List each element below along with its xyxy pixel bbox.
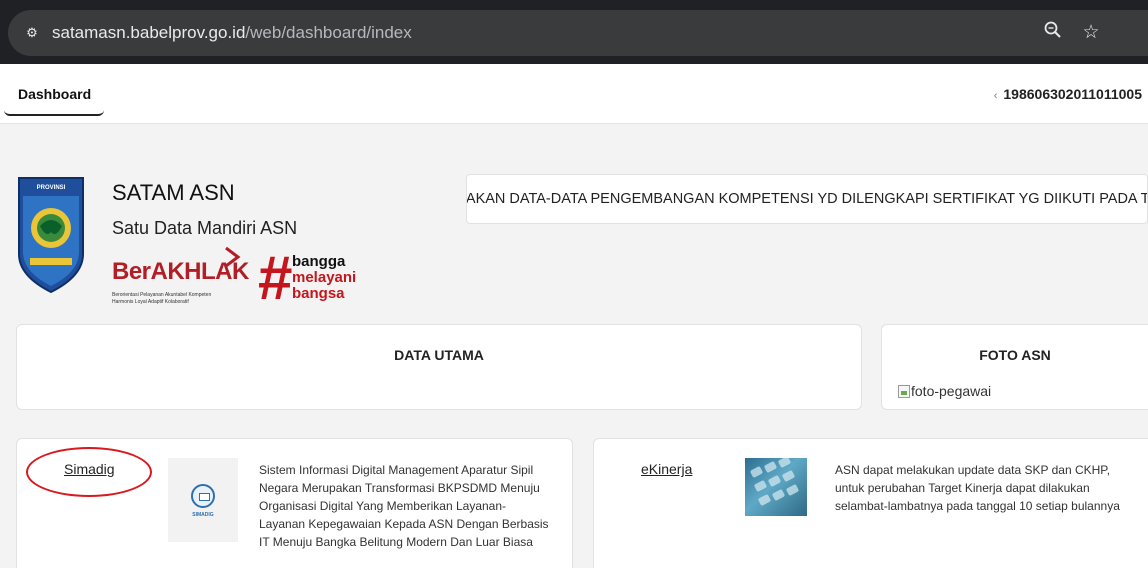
bookmark-star-icon[interactable]: ☆ (1079, 20, 1103, 46)
berakhlak-wordmark: BerAKHLAK (112, 258, 249, 285)
broken-image-icon (898, 385, 910, 398)
chevron-left-icon: ‹ (993, 90, 998, 102)
data-utama-title: DATA UTAMA (394, 347, 484, 363)
address-bar[interactable]: ⚙ satamasn.babelprov.go.id/web/dashboard… (8, 10, 1148, 56)
red-annotation-circle (26, 447, 152, 497)
calculator-key (749, 465, 764, 479)
user-menu[interactable]: ‹ 198606302011011005 (994, 86, 1142, 102)
bangga-line-2: melayani (292, 269, 357, 286)
tab-dashboard-label: Dashboard (18, 86, 92, 102)
announcement-marquee: MEREMAJAKAN DATA-DATA PENGEMBANGAN KOMPE… (466, 174, 1148, 224)
calculator-key (777, 458, 792, 469)
calculator-key (757, 493, 772, 507)
province-logo: PROVINSI (18, 177, 84, 294)
site-info-icon[interactable]: ⚙ (20, 21, 44, 45)
bangga-melayani-bangsa-logo: # bangga melayani bangsa (258, 246, 368, 312)
calculator-key (785, 483, 800, 497)
employee-photo: foto-pegawai (898, 383, 991, 399)
ekinerja-link[interactable]: eKinerja (641, 461, 692, 477)
calculator-key (781, 469, 796, 483)
app-title: SATAM ASN (112, 180, 235, 205)
ekinerja-calculator-image (745, 458, 807, 516)
calculator-key (767, 474, 782, 488)
simadig-thumbnail: SIMADIG (168, 458, 238, 542)
calculator-key (763, 460, 778, 474)
calculator-key (771, 488, 786, 502)
berakhlak-tagline-1: Berorientasi Pelayanan Akuntabel Kompete… (112, 292, 212, 298)
simadig-thumb-caption: SIMADIG (192, 512, 214, 518)
ekinerja-card: eKinerja ASN dapat melakukan update data… (593, 438, 1148, 568)
bangga-line-1: bangga (292, 253, 346, 270)
berakhlak-logo: BerAKHLAK Berorientasi Pelayanan Akuntab… (110, 246, 250, 312)
user-nip-label: 198606302011011005 (1003, 86, 1142, 102)
foto-asn-card: FOTO ASN foto-pegawai (881, 324, 1148, 410)
app-subtitle: Satu Data Mandiri ASN (112, 218, 298, 238)
url-host: satamasn.babelprov.go.id (52, 23, 246, 42)
tab-dashboard[interactable]: Dashboard (4, 64, 104, 116)
hashtag-icon: # (258, 244, 293, 313)
url-path: /web/dashboard/index (245, 23, 412, 42)
photo-alt-text: foto-pegawai (911, 383, 992, 399)
app-header: Dashboard ‹ 198606302011011005 (0, 64, 1148, 124)
province-label: PROVINSI (37, 185, 66, 191)
zoom-icon[interactable] (1041, 20, 1065, 46)
simadig-logo-icon (191, 484, 215, 508)
simadig-description: Sistem Informasi Digital Management Apar… (259, 463, 549, 549)
url-text[interactable]: satamasn.babelprov.go.id/web/dashboard/i… (52, 23, 412, 43)
calculator-key (753, 479, 768, 493)
browser-toolbar: ⚙ satamasn.babelprov.go.id/web/dashboard… (0, 0, 1148, 64)
foto-asn-title: FOTO ASN (979, 347, 1051, 363)
bangga-line-3: bangsa (292, 285, 345, 302)
data-utama-card: DATA UTAMA (16, 324, 862, 410)
announcement-text: MEREMAJAKAN DATA-DATA PENGEMBANGAN KOMPE… (466, 191, 1148, 207)
berakhlak-tagline-2: Harmonis Loyal Adaptif Kolaboratif (112, 299, 189, 305)
ekinerja-description: ASN dapat melakukan update data SKP dan … (835, 463, 1120, 513)
